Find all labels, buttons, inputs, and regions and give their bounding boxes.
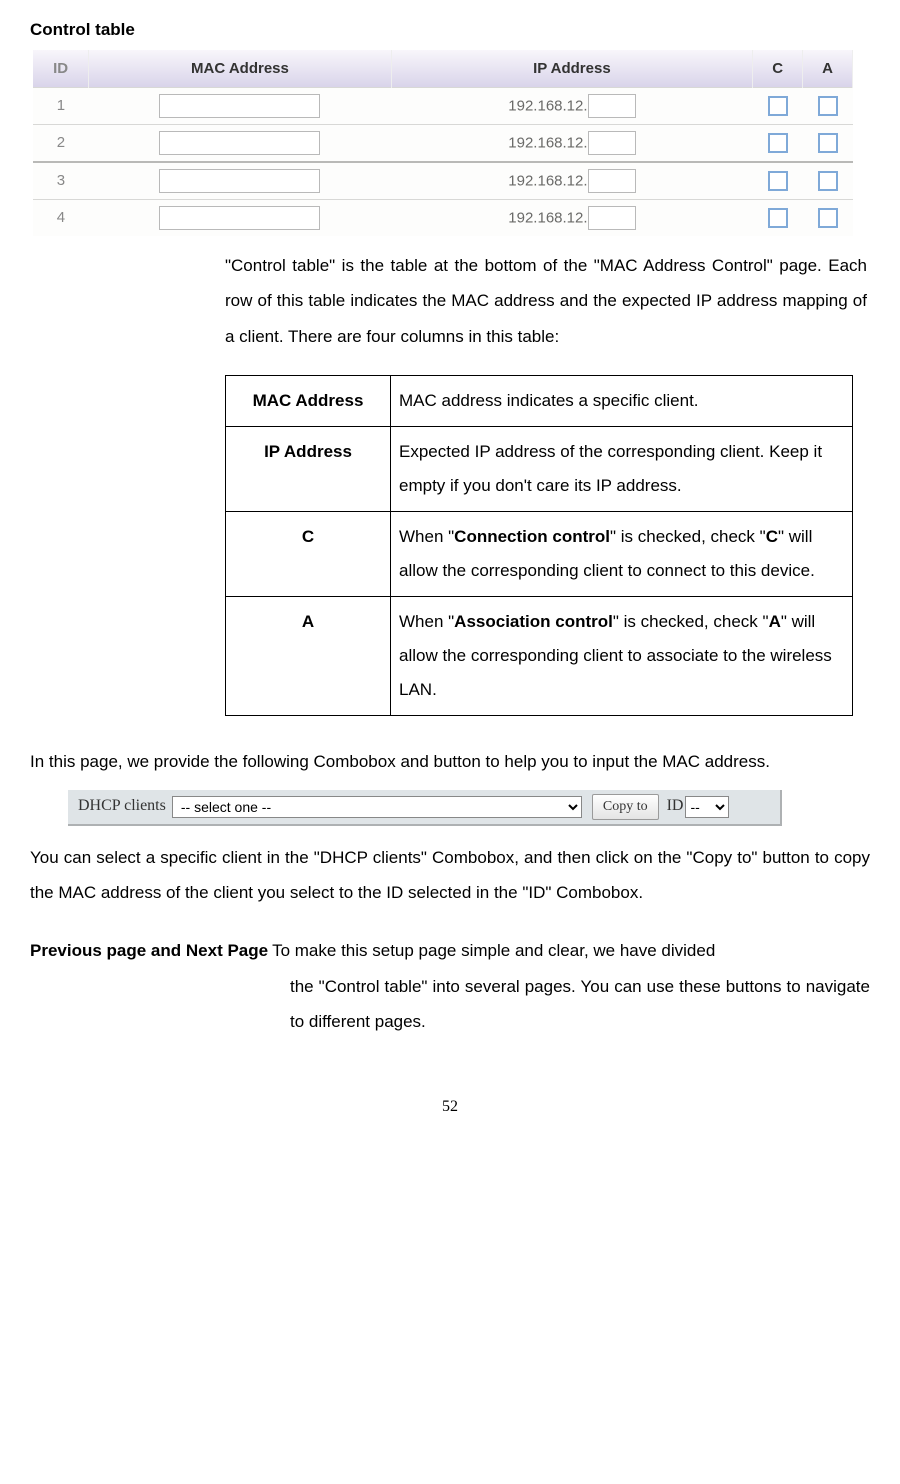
def-desc-c: When "Connection control" is checked, ch…: [391, 511, 853, 596]
ip-input[interactable]: [588, 206, 636, 230]
row-id: 1: [33, 87, 89, 124]
th-mac: MAC Address: [89, 50, 391, 88]
nav-lead: Previous page and Next Page: [30, 933, 268, 969]
th-c: C: [753, 50, 803, 88]
def-desc-mac: MAC address indicates a specific client.: [391, 375, 853, 426]
nav-rest: the "Control table" into several pages. …: [290, 969, 870, 1040]
checkbox-a[interactable]: [818, 96, 838, 116]
copy-explain-paragraph: You can select a specific client in the …: [30, 840, 870, 911]
row-id: 4: [33, 199, 89, 236]
def-desc-a: When "Association control" is checked, c…: [391, 596, 853, 715]
checkbox-a[interactable]: [818, 208, 838, 228]
copy-to-button[interactable]: Copy to: [592, 794, 659, 820]
row-id: 3: [33, 162, 89, 200]
nav-line1: To make this setup page simple and clear…: [268, 933, 870, 969]
ip-input[interactable]: [588, 131, 636, 155]
checkbox-c[interactable]: [768, 96, 788, 116]
row-id: 2: [33, 124, 89, 162]
checkbox-a[interactable]: [818, 171, 838, 191]
dhcp-id-label: ID: [667, 795, 684, 817]
ip-input[interactable]: [588, 169, 636, 193]
checkbox-c[interactable]: [768, 133, 788, 153]
dhcp-label: DHCP clients: [78, 795, 166, 817]
table-row: 3 192.168.12.: [33, 162, 853, 200]
th-ip: IP Address: [391, 50, 753, 88]
def-label-a: A: [226, 596, 391, 715]
dhcp-clients-bar: DHCP clients -- select one -- Copy to ID…: [68, 790, 782, 826]
ip-prefix: 192.168.12.: [508, 134, 587, 151]
def-desc-ip: Expected IP address of the corresponding…: [391, 426, 853, 511]
ip-prefix: 192.168.12.: [508, 172, 587, 189]
combobox-intro: In this page, we provide the following C…: [30, 744, 870, 780]
intro-paragraph: "Control table" is the table at the bott…: [225, 248, 867, 355]
def-label-mac: MAC Address: [226, 375, 391, 426]
nav-paragraph: Previous page and Next Page To make this…: [30, 933, 870, 1040]
page-number: 52: [30, 1096, 870, 1118]
table-row: 4 192.168.12.: [33, 199, 853, 236]
section-title: Control table: [30, 18, 870, 42]
checkbox-c[interactable]: [768, 171, 788, 191]
mac-input[interactable]: [159, 169, 320, 193]
th-id: ID: [33, 50, 89, 88]
ip-prefix: 192.168.12.: [508, 209, 587, 226]
mac-input[interactable]: [159, 206, 320, 230]
control-table: ID MAC Address IP Address C A 1 192.168.…: [33, 50, 853, 236]
definitions-table: MAC Address MAC address indicates a spec…: [225, 375, 853, 716]
th-a: A: [803, 50, 853, 88]
def-label-ip: IP Address: [226, 426, 391, 511]
table-row: 2 192.168.12.: [33, 124, 853, 162]
ip-prefix: 192.168.12.: [508, 97, 587, 114]
ip-input[interactable]: [588, 94, 636, 118]
dhcp-clients-select[interactable]: -- select one --: [172, 796, 582, 818]
dhcp-id-select[interactable]: --: [685, 796, 729, 818]
mac-input[interactable]: [159, 94, 320, 118]
def-label-c: C: [226, 511, 391, 596]
mac-input[interactable]: [159, 131, 320, 155]
checkbox-a[interactable]: [818, 133, 838, 153]
checkbox-c[interactable]: [768, 208, 788, 228]
control-table-header-row: ID MAC Address IP Address C A: [33, 50, 853, 88]
table-row: 1 192.168.12.: [33, 87, 853, 124]
